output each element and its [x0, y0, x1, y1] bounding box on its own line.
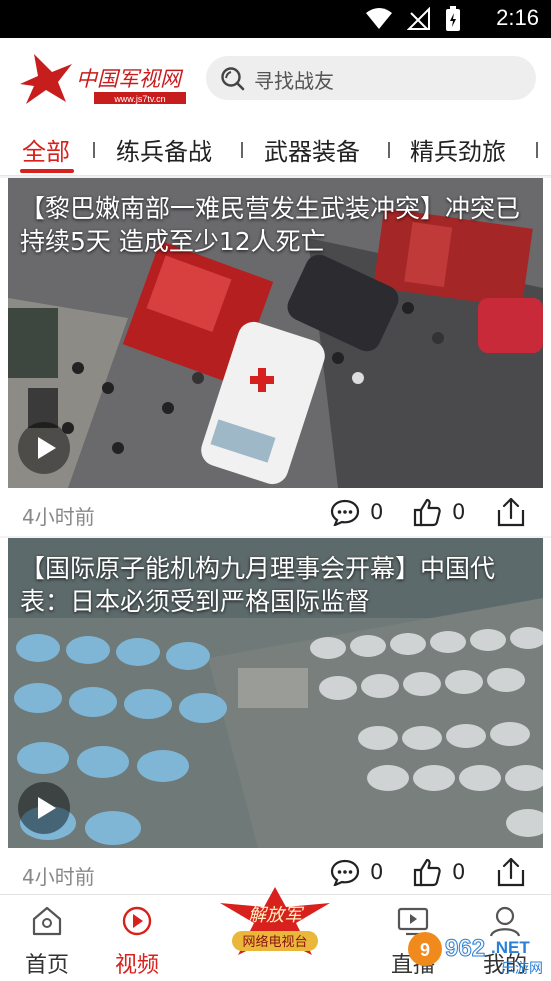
card-meta: 4小时前 0 0: [0, 488, 551, 536]
tab-training[interactable]: 练兵备战: [116, 132, 212, 167]
pla-tv-badge[interactable]: 解放军 网络电视台: [216, 885, 334, 963]
search-placeholder: 寻找战友: [254, 69, 334, 93]
like-count: 0: [452, 500, 466, 524]
status-time: 2:16: [496, 5, 539, 30]
like-count: 0: [452, 860, 466, 884]
comment-button[interactable]: 0: [330, 496, 383, 528]
home-icon: [32, 906, 62, 936]
svg-text:9: 9: [420, 940, 430, 960]
badge-title: 解放军: [248, 905, 305, 926]
like-button[interactable]: 0: [412, 496, 465, 528]
nav-home-label: 首页: [24, 953, 69, 978]
site-watermark: 9 962 .NET 乐游网: [408, 932, 543, 977]
video-title[interactable]: 【黎巴嫩南部一难民营发生武装冲突】冲突已持续5天 造成至少12人死亡: [20, 192, 530, 258]
comment-icon: [330, 859, 360, 886]
category-tabs: 全部 练兵备战 武器装备 精兵劲旅: [0, 120, 551, 176]
status-icons: [365, 6, 461, 32]
like-button[interactable]: 0: [412, 856, 465, 888]
play-icon[interactable]: [18, 422, 70, 474]
video-card[interactable]: 【黎巴嫩南部一难民营发生武装冲突】冲突已持续5天 造成至少12人死亡 4小时前 …: [0, 178, 551, 536]
search-icon: [221, 67, 245, 91]
nav-video[interactable]: 视频: [102, 905, 172, 979]
battery-icon: [446, 6, 460, 31]
tab-weapons[interactable]: 武器装备: [264, 132, 360, 167]
comment-count: 0: [370, 860, 384, 884]
wifi-icon: [366, 8, 392, 29]
logo-text: 中国军视网: [76, 67, 184, 91]
tab-divider: [241, 142, 243, 158]
tab-elite-units[interactable]: 精兵劲旅: [410, 132, 506, 167]
bottom-nav: 首页 视频 解放军 网络电视台 直播 我的 9 962 .NET 乐游网: [0, 887, 551, 981]
time-ago: 4小时前: [22, 505, 95, 529]
video-card[interactable]: 【国际原子能机构九月理事会开幕】中国代表：日本必须受到严格国际监督 4小时前 0…: [0, 538, 551, 894]
video-title[interactable]: 【国际原子能机构九月理事会开幕】中国代表：日本必须受到严格国际监督: [20, 552, 530, 618]
search-box[interactable]: 寻找战友: [206, 56, 536, 100]
status-bar: 2:16: [0, 0, 551, 38]
time-ago: 4小时前: [22, 865, 95, 889]
app-logo[interactable]: 中国军视网 www.js7tv.cn: [16, 50, 188, 106]
share-icon[interactable]: [496, 856, 526, 888]
watermark-sub: 乐游网: [501, 961, 543, 977]
comment-icon: [330, 499, 360, 526]
play-icon[interactable]: [18, 782, 70, 834]
nav-home[interactable]: 首页: [12, 905, 82, 979]
watermark-suffix: .NET: [491, 938, 530, 957]
video-play-icon: [122, 906, 152, 936]
video-thumbnail[interactable]: 【黎巴嫩南部一难民营发生武装冲突】冲突已持续5天 造成至少12人死亡: [8, 178, 543, 488]
tab-divider: [388, 142, 390, 158]
no-signal-icon: [407, 7, 430, 30]
tab-divider: [93, 142, 95, 158]
active-tab-indicator: [20, 169, 74, 173]
comment-button[interactable]: 0: [330, 856, 383, 888]
tab-all[interactable]: 全部: [22, 132, 70, 167]
logo-url: www.js7tv.cn: [113, 94, 165, 104]
app-header: 中国军视网 www.js7tv.cn 寻找战友: [0, 38, 551, 120]
video-thumbnail[interactable]: 【国际原子能机构九月理事会开幕】中国代表：日本必须受到严格国际监督: [8, 538, 543, 848]
thumbs-up-icon: [413, 498, 441, 527]
share-icon[interactable]: [496, 496, 526, 528]
comment-count: 0: [370, 500, 384, 524]
watermark-number: 962: [445, 935, 485, 962]
badge-subtitle: 网络电视台: [242, 934, 307, 950]
nav-video-label: 视频: [114, 953, 159, 978]
thumbs-up-icon: [413, 858, 441, 887]
tab-divider: [536, 142, 538, 158]
